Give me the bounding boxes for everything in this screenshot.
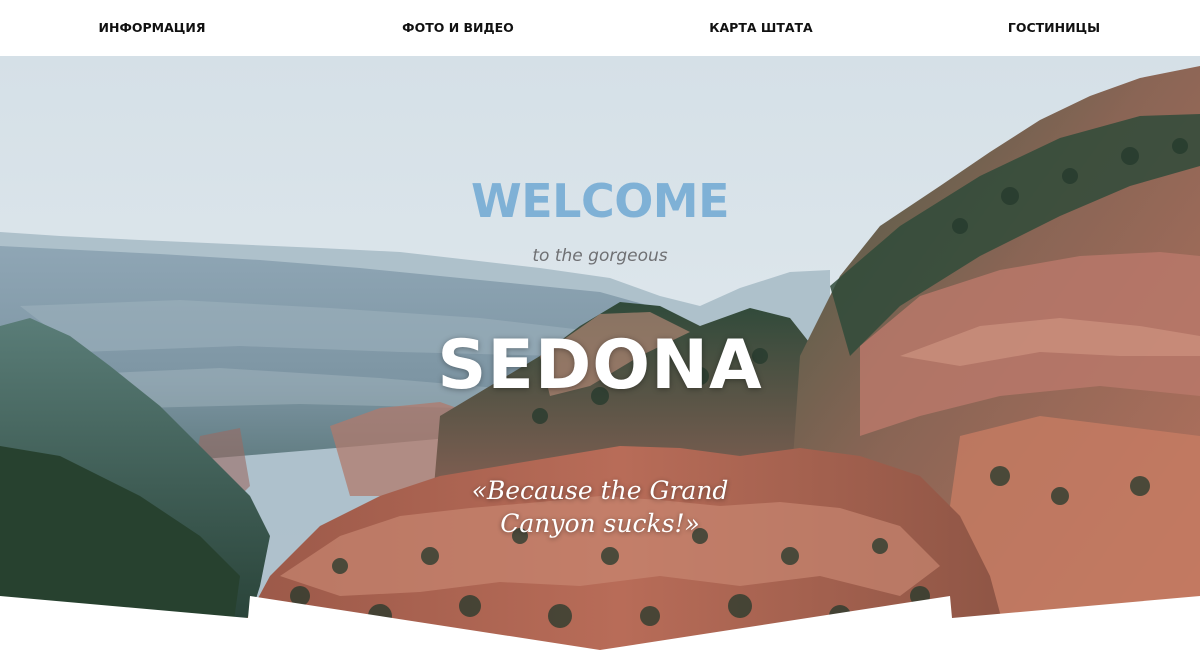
top-navigation: ИНФОРМАЦИЯ ФОТО И ВИДЕО КАРТА ШТАТА ГОСТ…: [0, 0, 1200, 56]
tagline-text: to the gorgeous: [532, 246, 668, 266]
city-title: SEDONA: [437, 326, 763, 405]
nav-link-photo-video[interactable]: ФОТО И ВИДЕО: [402, 0, 514, 56]
hero-quote: «Because the Grand Canyon sucks!»: [450, 474, 750, 540]
hero-section: WELCOME to the gorgeous SEDONA «Because …: [0, 56, 1200, 650]
nav-link-hotels[interactable]: ГОСТИНИЦЫ: [1008, 0, 1100, 56]
nav-link-info[interactable]: ИНФОРМАЦИЯ: [99, 0, 206, 56]
nav-link-state-map[interactable]: КАРТА ШТАТА: [709, 0, 812, 56]
quote-line-2: Canyon sucks!»: [500, 509, 700, 538]
quote-line-1: «Because the Grand: [471, 476, 729, 505]
welcome-heading: WELCOME: [470, 174, 730, 228]
